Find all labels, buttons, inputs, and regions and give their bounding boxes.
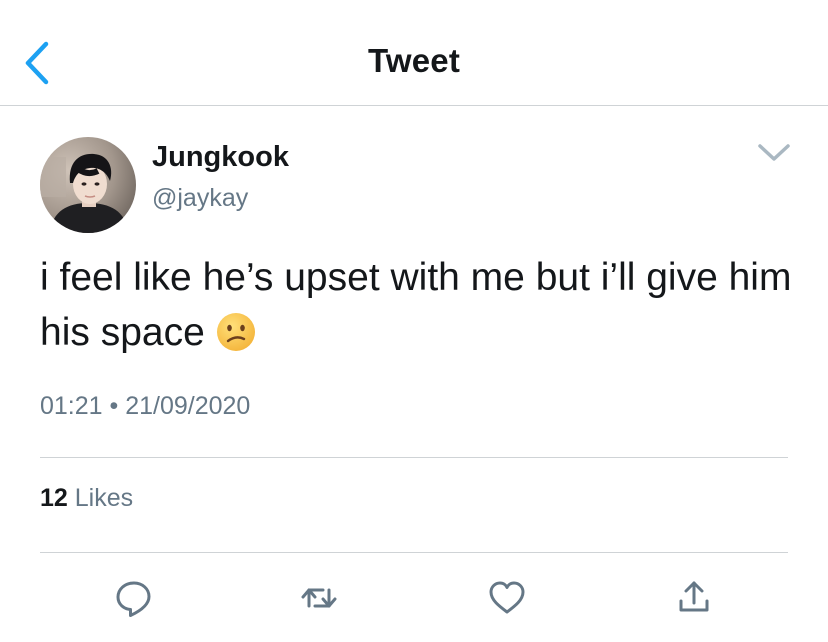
author-display-name[interactable]: Jungkook (152, 141, 289, 174)
likes-label: Likes (74, 484, 134, 512)
share-button[interactable] (672, 576, 716, 620)
author-handle: @jaykay (152, 184, 249, 212)
confused-face-icon (215, 311, 257, 368)
tweet-text: i feel like he’s upset with me but i’ll … (40, 250, 800, 368)
share-icon (679, 581, 709, 612)
profile-photo (40, 137, 136, 233)
like-icon (489, 581, 525, 614)
like-button[interactable] (485, 576, 529, 620)
divider (40, 552, 788, 553)
chevron-down-icon (758, 144, 790, 161)
retweet-icon (301, 588, 337, 608)
reply-icon (116, 581, 151, 617)
likes-count: 12 (40, 484, 68, 512)
avatar[interactable] (40, 137, 136, 233)
retweet-button[interactable] (297, 576, 341, 620)
page-title: Tweet (367, 42, 461, 79)
tweet-options-button[interactable] (752, 136, 796, 170)
navigation-header: Tweet (0, 0, 828, 106)
likes-summary[interactable]: 12 Likes (40, 484, 133, 513)
tweet-body: i feel like he’s upset with me but i’ll … (40, 256, 792, 354)
divider (40, 457, 788, 458)
tweet-timestamp: 01:21 • 21/09/2020 (40, 392, 251, 420)
reply-button[interactable] (112, 576, 156, 620)
